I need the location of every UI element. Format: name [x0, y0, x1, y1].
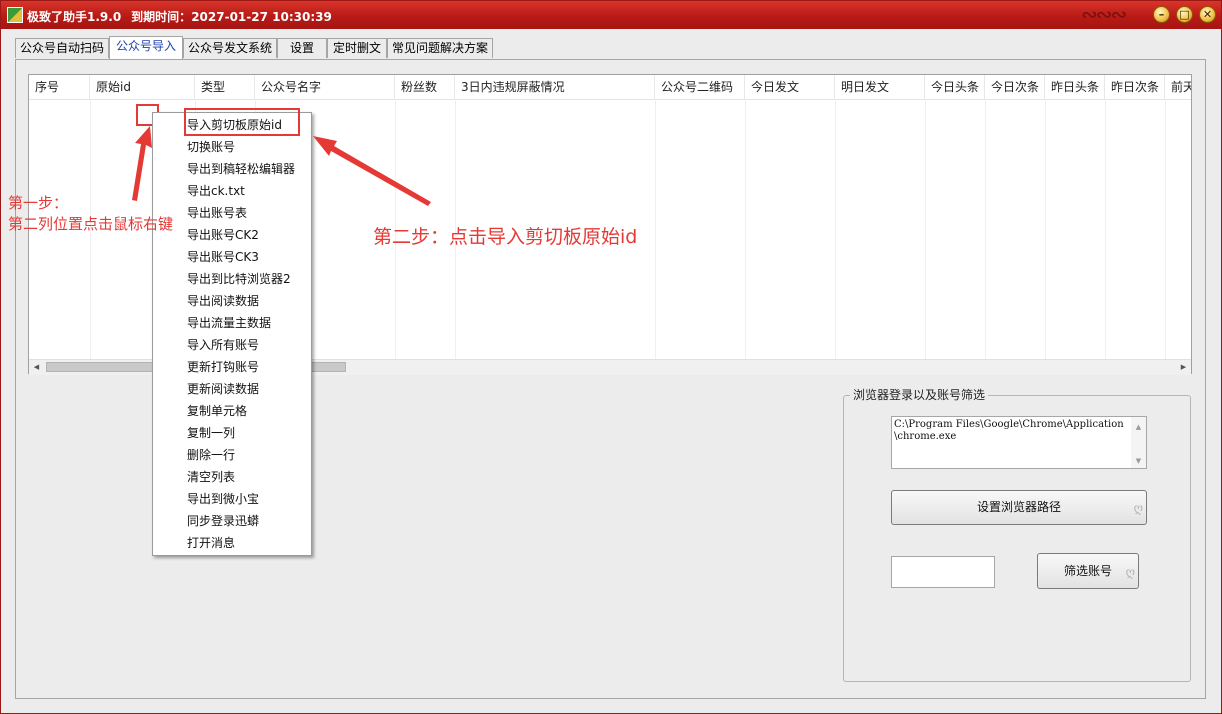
account-filter-input[interactable]: [891, 556, 995, 588]
browser-groupbox-title: 浏览器登录以及账号筛选: [850, 386, 989, 403]
grid-divider: [1165, 99, 1166, 359]
grid-divider: [925, 99, 926, 359]
menu-item-import-all-accounts[interactable]: 导入所有账号: [153, 334, 311, 356]
column-header-today-headline[interactable]: 今日头条: [925, 75, 985, 99]
tab-import[interactable]: 公众号导入: [109, 36, 183, 59]
filter-accounts-label: 筛选账号: [1063, 564, 1112, 578]
column-header-followers[interactable]: 粉丝数: [395, 75, 455, 99]
app-logo-icon: [7, 7, 23, 23]
menu-item-sync-login[interactable]: 同步登录迅蟒: [153, 510, 311, 532]
column-header-today-secondary[interactable]: 今日次条: [985, 75, 1045, 99]
context-menu: 导入剪切板原始id 切换账号 导出到稿轻松编辑器 导出ck.txt 导出账号表 …: [152, 112, 312, 556]
menu-item-export-ck3[interactable]: 导出账号CK3: [153, 246, 311, 268]
scroll-left-icon[interactable]: ◀: [29, 360, 44, 375]
browser-path-textarea[interactable]: C:\Program Files\Google\Chrome\Applicati…: [891, 416, 1147, 469]
menu-item-clear-list[interactable]: 清空列表: [153, 466, 311, 488]
column-header-yesterday-secondary[interactable]: 昨日次条: [1105, 75, 1165, 99]
tab-settings[interactable]: 设置: [277, 38, 327, 58]
grid-divider: [745, 99, 746, 359]
scroll-down-icon[interactable]: ▼: [1131, 455, 1146, 467]
column-header-day-before[interactable]: 前天: [1165, 75, 1191, 99]
menu-item-switch-account[interactable]: 切换账号: [153, 136, 311, 158]
column-header-qrcode[interactable]: 公众号二维码: [655, 75, 745, 99]
tab-faq[interactable]: 常见问题解决方案: [387, 38, 493, 58]
menu-item-export-ck-txt[interactable]: 导出ck.txt: [153, 180, 311, 202]
set-browser-path-label: 设置浏览器路径: [976, 500, 1061, 514]
grid-divider: [655, 99, 656, 359]
minimize-icon[interactable]: –: [1153, 6, 1170, 23]
column-header-tomorrow-posts[interactable]: 明日发文: [835, 75, 925, 99]
set-browser-path-button[interactable]: 设置浏览器路径 ღ: [891, 490, 1147, 525]
title-bar: 极致了助手1.9.0 到期时间：2027-01-27 10:30:39 ∾∾∾ –…: [1, 1, 1221, 29]
filter-accounts-button[interactable]: 筛选账号 ღ: [1037, 553, 1139, 589]
step1-line2: 第二列位置点击鼠标右键: [8, 215, 174, 233]
menu-item-delete-row[interactable]: 删除一行: [153, 444, 311, 466]
grid-divider: [835, 99, 836, 359]
swirl-decoration-icon: ღ: [1133, 501, 1143, 515]
menu-item-export-traffic-data[interactable]: 导出流量主数据: [153, 312, 311, 334]
scroll-up-icon[interactable]: ▲: [1131, 421, 1146, 433]
tab-scheduled-delete[interactable]: 定时删文: [327, 38, 387, 58]
grid-divider: [1105, 99, 1106, 359]
column-header-yesterday-headline[interactable]: 昨日头条: [1045, 75, 1105, 99]
menu-item-open-messages[interactable]: 打开消息: [153, 532, 311, 554]
menu-item-export-read-data[interactable]: 导出阅读数据: [153, 290, 311, 312]
scroll-right-icon[interactable]: ▶: [1176, 360, 1191, 375]
menu-item-export-ck2[interactable]: 导出账号CK2: [153, 224, 311, 246]
step1-annotation: 第一步： 第二列位置点击鼠标右键: [8, 193, 173, 235]
swirl-decoration-icon: ღ: [1125, 565, 1135, 579]
menu-item-copy-column[interactable]: 复制一列: [153, 422, 311, 444]
column-header-index[interactable]: 序号: [29, 75, 90, 99]
window-title: 极致了助手1.9.0 到期时间：2027-01-27 10:30:39: [27, 8, 342, 25]
grid-divider: [1045, 99, 1046, 359]
expiry-value: 2027-01-27 10:30:39: [191, 10, 332, 24]
close-icon[interactable]: ✕: [1199, 6, 1216, 23]
menu-item-update-checked[interactable]: 更新打钩账号: [153, 356, 311, 378]
step2-annotation: 第二步：点击导入剪切板原始id: [373, 226, 638, 248]
title-decoration-icon: ∾∾∾: [1081, 2, 1127, 26]
column-header-violations[interactable]: 3日内违规屏蔽情况: [455, 75, 655, 99]
grid-header: 序号 原始id 类型 公众号名字 粉丝数 3日内违规屏蔽情况 公众号二维码 今日…: [29, 75, 1191, 100]
browser-path-value: C:\Program Files\Google\Chrome\Applicati…: [894, 419, 1124, 442]
textarea-scrollbar[interactable]: ▲ ▼: [1131, 417, 1146, 468]
tab-auto-scan[interactable]: 公众号自动扫码: [15, 38, 109, 58]
column-header-account-name[interactable]: 公众号名字: [255, 75, 395, 99]
tab-publish-system[interactable]: 公众号发文系统: [183, 38, 277, 58]
step1-line1: 第一步：: [8, 194, 69, 212]
column-header-today-posts[interactable]: 今日发文: [745, 75, 835, 99]
column-header-type[interactable]: 类型: [195, 75, 255, 99]
grid-divider: [985, 99, 986, 359]
menu-item-export-editor[interactable]: 导出到稿轻松编辑器: [153, 158, 311, 180]
menu-item-copy-cell[interactable]: 复制单元格: [153, 400, 311, 422]
menu-item-export-bit-browser[interactable]: 导出到比特浏览器2: [153, 268, 311, 290]
maximize-icon[interactable]: □: [1176, 6, 1193, 23]
app-name: 极致了助手1.9.0: [27, 10, 122, 24]
menu-item-highlight-box: [184, 108, 300, 136]
expiry-label: 到期时间：: [131, 10, 192, 24]
menu-item-export-account-sheet[interactable]: 导出账号表: [153, 202, 311, 224]
menu-item-export-weixiaobao[interactable]: 导出到微小宝: [153, 488, 311, 510]
menu-item-update-read-data[interactable]: 更新阅读数据: [153, 378, 311, 400]
column-header-original-id[interactable]: 原始id: [90, 75, 195, 99]
